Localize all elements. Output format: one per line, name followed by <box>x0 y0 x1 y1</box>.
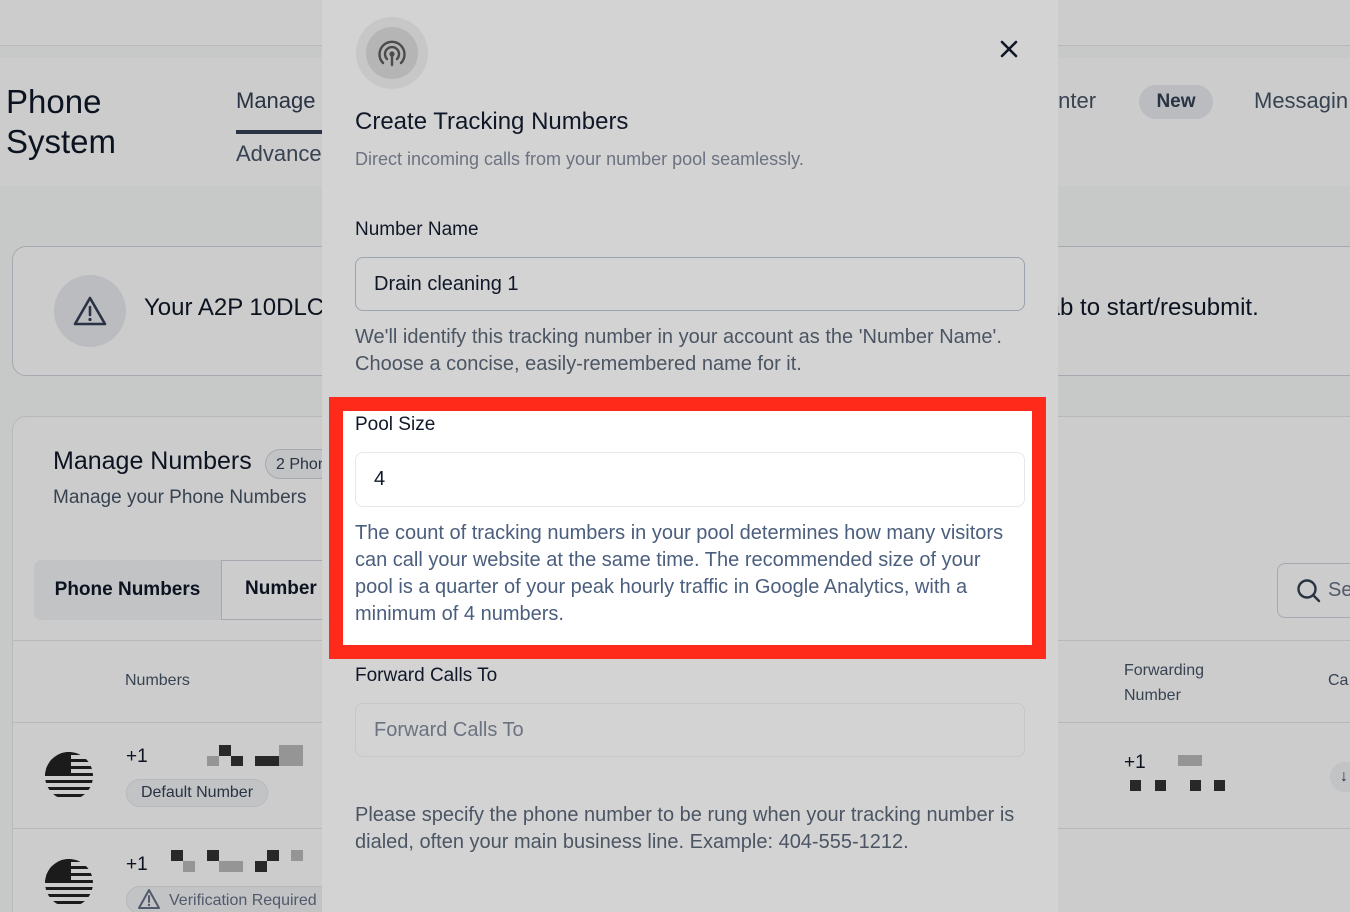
number-name-help: We'll identify this tracking number in y… <box>355 326 1002 375</box>
tracking-icon-inner <box>366 27 418 79</box>
forward-calls-label: Forward Calls To <box>355 665 498 686</box>
broadcast-icon <box>378 40 406 67</box>
close-button[interactable] <box>994 34 1024 64</box>
number-name-input[interactable] <box>355 257 1025 311</box>
pool-size-label: Pool Size <box>355 414 436 435</box>
forward-calls-help: Please specify the phone number to be ru… <box>355 804 1015 853</box>
pool-size-input[interactable] <box>355 452 1025 507</box>
modal-title: Create Tracking Numbers <box>355 108 629 135</box>
pool-size-help: The count of tracking numbers in your po… <box>355 522 1004 625</box>
modal-subtitle: Direct incoming calls from your number p… <box>355 149 804 169</box>
tracking-icon <box>356 17 428 89</box>
forward-calls-input[interactable] <box>355 703 1025 757</box>
number-name-label: Number Name <box>355 219 479 240</box>
close-icon <box>1000 40 1018 58</box>
